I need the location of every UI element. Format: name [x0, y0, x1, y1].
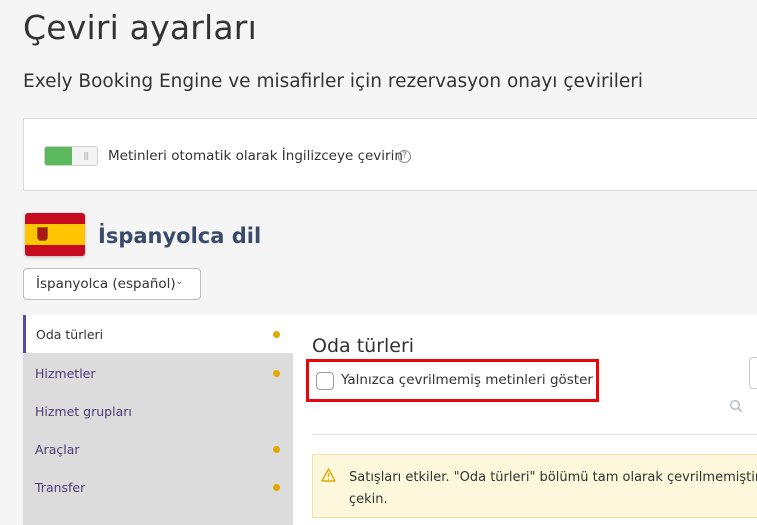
- untranslated-indicator-icon: [273, 331, 280, 338]
- sidebar-item-label: Transfer: [35, 480, 86, 495]
- sidebar-item-tools[interactable]: Araçlar: [23, 430, 293, 468]
- page-subtitle: Exely Booking Engine ve misafirler için …: [23, 71, 643, 92]
- language-select[interactable]: İspanyolca (español) ⌄: [23, 268, 201, 300]
- section-content: Oda türleri Yalnızca çevrilmemiş metinle…: [293, 315, 757, 525]
- sidebar-item-label: Araçlar: [35, 442, 80, 457]
- page-title: Çeviri ayarları: [23, 8, 257, 47]
- sidebar-item-label: Hizmet grupları: [35, 404, 132, 419]
- section-title: Oda türleri: [312, 335, 415, 357]
- toggle-on-indicator: [45, 147, 72, 165]
- sidebar-item-label: Hizmetler: [35, 366, 96, 381]
- untranslated-indicator-icon: [273, 446, 280, 453]
- language-title: İspanyolca dil: [98, 224, 262, 248]
- search-icon[interactable]: [729, 399, 743, 413]
- sections-sidebar: Oda türleri Hizmetler Hizmet grupları Ar…: [23, 315, 293, 525]
- untranslated-indicator-icon: [273, 484, 280, 491]
- toggle-grip-icon: |||: [83, 151, 89, 160]
- help-icon[interactable]: ?: [398, 150, 411, 163]
- spain-flag-icon: [25, 213, 85, 256]
- sidebar-item-service-groups[interactable]: Hizmet grupları: [23, 392, 293, 430]
- sidebar-item-transfer[interactable]: Transfer: [23, 468, 293, 506]
- untranslated-indicator-icon: [273, 370, 280, 377]
- warning-icon: [321, 468, 336, 482]
- untranslated-only-checkbox[interactable]: [316, 372, 334, 390]
- warning-text: Satışları etkiler. "Oda türleri" bölümü …: [349, 470, 757, 507]
- sidebar-item-services[interactable]: Hizmetler: [23, 354, 293, 392]
- auto-translate-panel: ||| Metinleri otomatik olarak İngilizcey…: [23, 118, 757, 191]
- auto-translate-toggle[interactable]: |||: [44, 146, 98, 166]
- auto-translate-label: Metinleri otomatik olarak İngilizceye çe…: [108, 148, 403, 164]
- untranslated-only-label[interactable]: Yalnızca çevrilmemiş metinleri göster: [341, 372, 593, 388]
- divider: [312, 434, 757, 435]
- search-field[interactable]: [749, 357, 757, 389]
- language-select-value: İspanyolca (español): [36, 276, 176, 292]
- chevron-down-icon: ⌄: [175, 276, 184, 287]
- warning-banner: Satışları etkiler. "Oda türleri" bölümü …: [312, 454, 757, 518]
- sidebar-item-room-types[interactable]: Oda türleri: [23, 315, 293, 353]
- sidebar-item-label: Oda türleri: [36, 327, 104, 342]
